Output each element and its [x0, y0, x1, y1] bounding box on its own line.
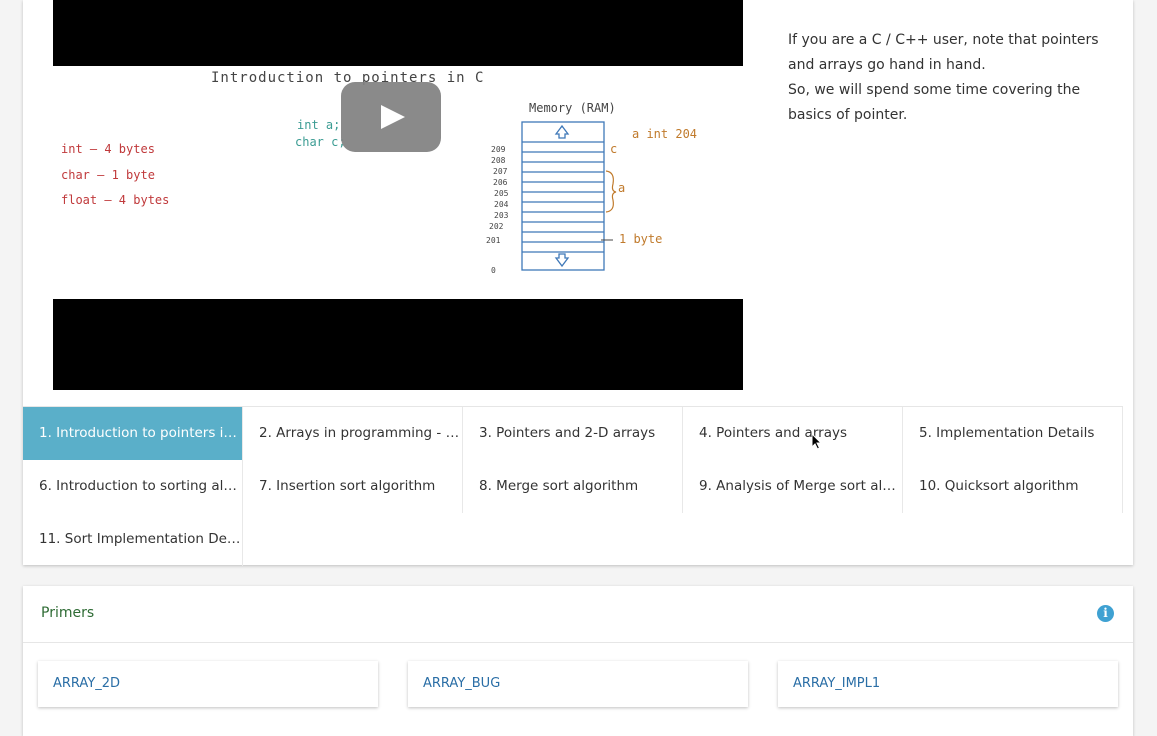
primer-array-impl1[interactable]: ARRAY_IMPL1: [778, 661, 1118, 707]
lesson-item-1[interactable]: 1. Introduction to pointers in C: [23, 407, 243, 460]
description-line: If you are a C / C++ user, note that poi…: [788, 32, 1099, 48]
address-204: 204: [494, 200, 509, 209]
address-205: 205: [494, 189, 509, 198]
info-icon[interactable]: i: [1097, 605, 1114, 622]
mouse-cursor-icon: [811, 433, 823, 450]
lesson-item-6[interactable]: 6. Introduction to sorting algorithms: [23, 460, 243, 513]
size-line-3: float – 4 bytes: [61, 193, 169, 207]
size-line-1: int – 4 bytes: [61, 142, 155, 156]
video-player[interactable]: Introduction to pointers in C int – 4 by…: [53, 0, 743, 390]
lesson-item-8[interactable]: 8. Merge sort algorithm: [463, 460, 683, 513]
address-0: 0: [491, 266, 496, 275]
description-line: So, we will spend some time covering the: [788, 82, 1081, 98]
lesson-item-9[interactable]: 9. Analysis of Merge sort algorithm: [683, 460, 903, 513]
lesson-card: Introduction to pointers in C int – 4 by…: [23, 0, 1133, 566]
lesson-item-3[interactable]: 3. Pointers and 2-D arrays: [463, 407, 683, 460]
address-203: 203: [494, 211, 509, 220]
primers-header: Primers i: [23, 586, 1133, 643]
lesson-item-5[interactable]: 5. Implementation Details: [903, 407, 1123, 460]
primer-array-2d[interactable]: ARRAY_2D: [38, 661, 378, 707]
primers-card: Primers i ARRAY_2D ARRAY_BUG ARRAY_IMPL1: [23, 586, 1133, 736]
memory-label: Memory (RAM): [529, 101, 616, 115]
annotation-a-int: a int 204: [632, 127, 697, 141]
primer-array-bug[interactable]: ARRAY_BUG: [408, 661, 748, 707]
lesson-item-10[interactable]: 10. Quicksort algorithm: [903, 460, 1123, 513]
description-line: and arrays go hand in hand.: [788, 57, 986, 73]
lesson-item-11[interactable]: 11. Sort Implementation Details: [23, 513, 243, 566]
lesson-list: 1. Introduction to pointers in C 2. Arra…: [23, 406, 1123, 566]
lesson-description: If you are a C / C++ user, note that poi…: [788, 28, 1099, 128]
annotation-byte: 1 byte: [619, 232, 662, 246]
play-icon: [381, 105, 405, 129]
address-208: 208: [491, 156, 506, 165]
annotation-a: a: [618, 181, 625, 195]
size-line-2: char – 1 byte: [61, 168, 155, 182]
lesson-item-2[interactable]: 2. Arrays in programming - fundamentals: [243, 407, 463, 460]
address-202: 202: [489, 222, 504, 231]
address-207: 207: [493, 167, 508, 176]
address-209: 209: [491, 145, 506, 154]
annotation-c: c: [610, 142, 617, 156]
decl-line-2: char c;: [295, 135, 346, 149]
lesson-item-4[interactable]: 4. Pointers and arrays: [683, 407, 903, 460]
lesson-item-7[interactable]: 7. Insertion sort algorithm: [243, 460, 463, 513]
play-button[interactable]: [341, 82, 441, 152]
address-201: 201: [486, 236, 501, 245]
decl-line-1: int a;: [297, 118, 340, 132]
primers-title: Primers: [41, 605, 95, 621]
description-line: basics of pointer.: [788, 107, 908, 123]
address-206: 206: [493, 178, 508, 187]
